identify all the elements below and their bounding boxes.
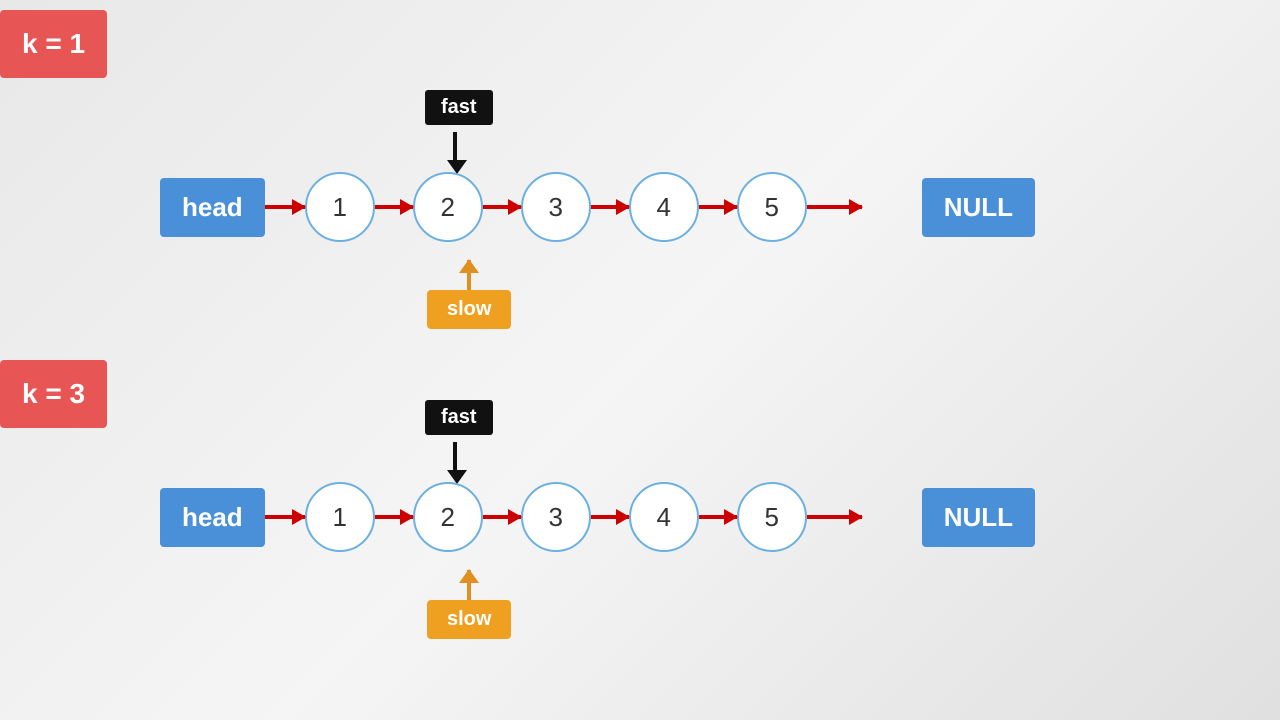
list-row-1: head 1 2 3 4 5 NULL (160, 172, 1035, 242)
k3-badge: k = 3 (0, 360, 107, 428)
node-5-1: 5 (737, 172, 807, 242)
node-to-null-arrow-1 (807, 205, 862, 209)
null-box-2: NULL (922, 488, 1035, 547)
node-2-1: 2 (413, 172, 483, 242)
arrow-4-5-2 (699, 515, 737, 519)
list-row-2: head 1 2 3 4 5 NULL (160, 482, 1035, 552)
slow-container-1: slow (427, 260, 511, 329)
arrow-3-4-1 (591, 205, 629, 209)
slow-container-2: slow (427, 570, 511, 639)
fast-label-2: fast (425, 400, 493, 435)
arrow-2-3-1 (483, 205, 521, 209)
head-to-node-arrow-2 (265, 515, 305, 519)
slow-label-1: slow (427, 290, 511, 329)
arrow-2-3-2 (483, 515, 521, 519)
node-1-2: 1 (305, 482, 375, 552)
null-box-1: NULL (922, 178, 1035, 237)
head-to-node-arrow-1 (265, 205, 305, 209)
arrow-1-2-2 (375, 515, 413, 519)
slow-label-2: slow (427, 600, 511, 639)
arrow-1-2-1 (375, 205, 413, 209)
head-box-2: head (160, 488, 265, 547)
node-5-2: 5 (737, 482, 807, 552)
node-3-1: 3 (521, 172, 591, 242)
k1-badge: k = 1 (0, 10, 107, 78)
node-4-1: 4 (629, 172, 699, 242)
head-box-1: head (160, 178, 265, 237)
fast-label-1: fast (425, 90, 493, 125)
node-to-null-arrow-2 (807, 515, 862, 519)
node-1-1: 1 (305, 172, 375, 242)
node-3-2: 3 (521, 482, 591, 552)
arrow-4-5-1 (699, 205, 737, 209)
slow-arrow-up-2 (467, 570, 471, 600)
node-4-2: 4 (629, 482, 699, 552)
arrow-3-4-2 (591, 515, 629, 519)
slow-arrow-up-1 (467, 260, 471, 290)
node-2-2: 2 (413, 482, 483, 552)
